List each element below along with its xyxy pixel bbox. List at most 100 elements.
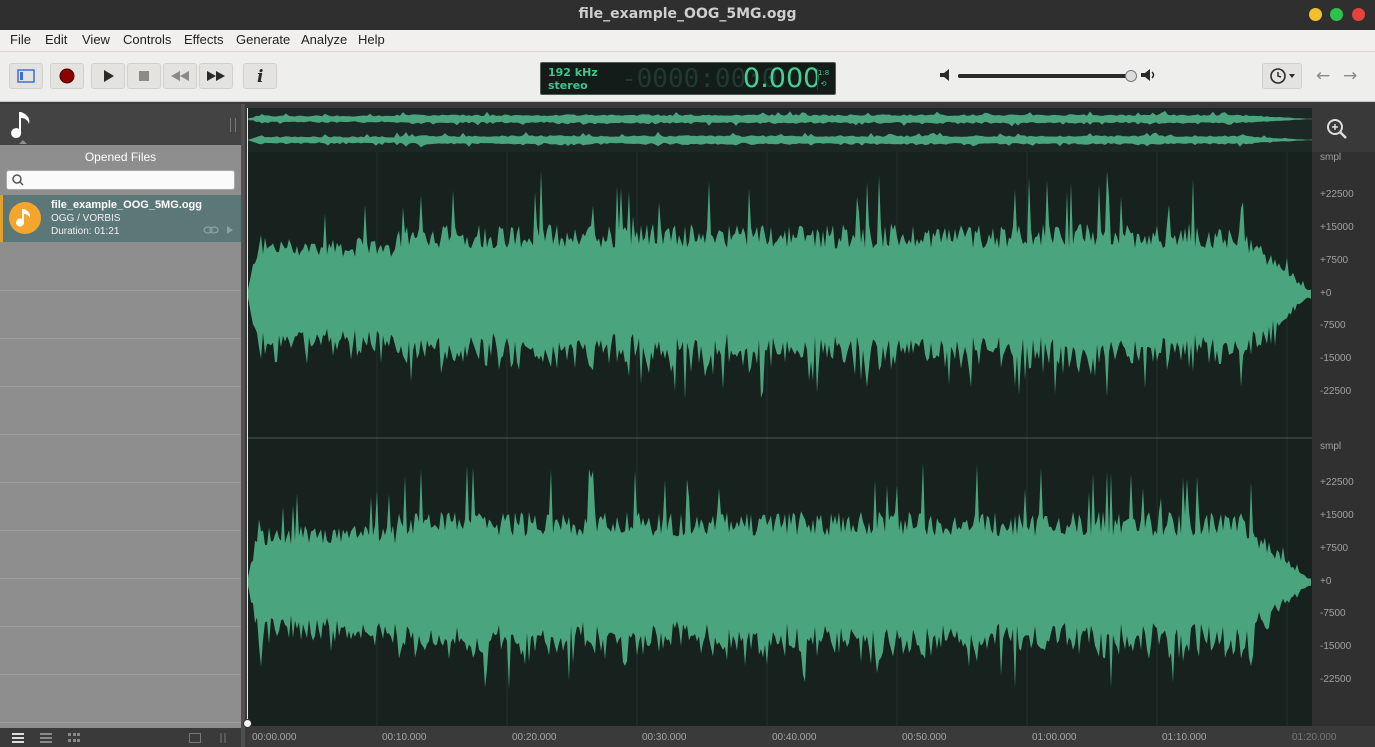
menu-bar: File Edit View Controls Effects Generate… bbox=[0, 30, 1375, 52]
sidebar-header bbox=[0, 104, 241, 145]
volume-high-icon bbox=[1141, 69, 1155, 81]
waveform-channels bbox=[247, 152, 1312, 726]
info-icon: i bbox=[257, 67, 263, 85]
display-mode-toggle[interactable]: 1:8 ⟲ bbox=[817, 68, 829, 90]
fast-forward-button[interactable] bbox=[199, 63, 233, 89]
file-list-item[interactable]: file_example_OOG_5MG.ogg OGG / VORBIS Du… bbox=[0, 195, 241, 242]
menu-view[interactable]: View bbox=[82, 32, 110, 47]
svg-text:i: i bbox=[257, 67, 263, 85]
list-divider bbox=[0, 290, 241, 291]
search-icon bbox=[12, 174, 24, 186]
menu-analyze[interactable]: Analyze bbox=[301, 32, 347, 47]
close-button[interactable] bbox=[1352, 8, 1365, 21]
ruler-unit: smpl bbox=[1320, 152, 1342, 163]
list-divider bbox=[0, 530, 241, 531]
history-icon bbox=[1270, 68, 1295, 84]
display-mode-top: 1:8 bbox=[818, 69, 830, 77]
ruler-label: -22500 bbox=[1320, 386, 1352, 397]
zoom-in-icon[interactable] bbox=[1326, 118, 1348, 144]
rewind-button[interactable] bbox=[163, 63, 197, 89]
sidebar-title: Opened Files bbox=[84, 150, 157, 164]
link-icon[interactable] bbox=[203, 225, 219, 235]
forward-arrow-icon[interactable]: → bbox=[1343, 66, 1357, 86]
ruler-label: +22500 bbox=[1320, 477, 1354, 488]
ruler-label: -15000 bbox=[1320, 641, 1352, 652]
track-list-icon bbox=[17, 69, 35, 83]
time-display: 192 kHz stereo -0000:00:0 0.000 1:8 ⟲ bbox=[540, 62, 836, 95]
volume-low-icon bbox=[940, 69, 949, 81]
list-divider bbox=[0, 578, 241, 579]
time-label: 00:40.000 bbox=[772, 732, 817, 743]
file-duration: Duration: 01:21 bbox=[51, 226, 120, 237]
track-list-button[interactable] bbox=[9, 63, 43, 89]
time-label: 00:30.000 bbox=[642, 732, 687, 743]
ruler-unit: smpl bbox=[1320, 441, 1342, 452]
playhead-line bbox=[247, 108, 248, 723]
compact-view-icon[interactable] bbox=[40, 733, 52, 743]
app-window: file_example_OOG_5MG.ogg File Edit View … bbox=[0, 0, 1375, 747]
play-button[interactable] bbox=[91, 63, 125, 89]
file-search-input[interactable] bbox=[6, 170, 235, 190]
sidebar: Opened Files file_example_OOG_5MG.ogg OG… bbox=[0, 104, 241, 728]
list-divider bbox=[0, 626, 241, 627]
list-divider bbox=[0, 482, 241, 483]
current-time: 0.000 bbox=[743, 63, 821, 94]
channel-mode: stereo bbox=[548, 79, 588, 92]
maximize-button[interactable] bbox=[1330, 8, 1343, 21]
waveform-view[interactable] bbox=[247, 152, 1312, 726]
menu-effects[interactable]: Effects bbox=[184, 32, 224, 47]
list-view-icon[interactable] bbox=[12, 733, 24, 743]
time-ruler[interactable]: 00:00.000 00:10.000 00:20.000 00:30.000 … bbox=[247, 726, 1337, 747]
file-play-icon[interactable] bbox=[227, 226, 233, 234]
list-divider bbox=[0, 722, 241, 723]
grid-view-icon[interactable] bbox=[68, 733, 80, 743]
sidebar-footer bbox=[0, 728, 241, 747]
time-label: 00:00.000 bbox=[252, 732, 297, 743]
ruler-label: +0 bbox=[1320, 288, 1332, 299]
file-name: file_example_OOG_5MG.ogg bbox=[51, 199, 202, 211]
ruler-label: +7500 bbox=[1320, 255, 1349, 266]
file-music-icon bbox=[9, 202, 41, 234]
ruler-label: -7500 bbox=[1320, 320, 1346, 331]
toolbar: i 192 kHz stereo -0000:00:0 0.000 1:8 ⟲ bbox=[0, 52, 1375, 102]
stop-button[interactable] bbox=[127, 63, 161, 89]
stop-icon bbox=[139, 71, 149, 81]
menu-generate[interactable]: Generate bbox=[236, 32, 290, 47]
ruler-label: +22500 bbox=[1320, 189, 1354, 200]
info-button[interactable]: i bbox=[243, 63, 277, 89]
list-divider bbox=[0, 338, 241, 339]
time-label: 00:50.000 bbox=[902, 732, 947, 743]
time-label: 00:10.000 bbox=[382, 732, 427, 743]
list-divider bbox=[0, 434, 241, 435]
record-button[interactable] bbox=[50, 63, 84, 89]
list-divider bbox=[0, 386, 241, 387]
overview-waveform bbox=[247, 111, 1312, 148]
volume-slider[interactable] bbox=[958, 74, 1133, 78]
waveform-overview[interactable] bbox=[247, 108, 1312, 152]
ruler-label: +7500 bbox=[1320, 543, 1349, 554]
sample-rate: 192 kHz bbox=[548, 66, 598, 79]
playhead-handle[interactable] bbox=[243, 719, 252, 728]
ruler-label: +0 bbox=[1320, 576, 1332, 587]
menu-controls[interactable]: Controls bbox=[123, 32, 171, 47]
time-label: 01:20.000 bbox=[1292, 732, 1337, 743]
ruler-label: -22500 bbox=[1320, 674, 1352, 685]
menu-file[interactable]: File bbox=[10, 32, 31, 47]
volume-slider-handle[interactable] bbox=[1125, 70, 1137, 82]
ruler-label: -15000 bbox=[1320, 353, 1352, 364]
history-button[interactable] bbox=[1262, 63, 1302, 89]
image-icon[interactable] bbox=[189, 733, 201, 743]
sidebar-grip[interactable] bbox=[230, 118, 236, 132]
music-note-icon[interactable] bbox=[7, 108, 39, 144]
file-format: OGG / VORBIS bbox=[51, 213, 121, 224]
amplitude-ruler: smpl +22500 +15000 +7500 +0 -7500 -15000… bbox=[1312, 152, 1375, 726]
menu-help[interactable]: Help bbox=[358, 32, 385, 47]
back-arrow-icon[interactable]: ← bbox=[1316, 66, 1330, 86]
display-mode-bottom: ⟲ bbox=[820, 80, 827, 88]
record-icon bbox=[59, 68, 75, 84]
rewind-icon bbox=[171, 71, 189, 81]
sort-icon[interactable] bbox=[218, 733, 228, 743]
menu-edit[interactable]: Edit bbox=[45, 32, 67, 47]
time-label: 00:20.000 bbox=[512, 732, 557, 743]
minimize-button[interactable] bbox=[1309, 8, 1322, 21]
